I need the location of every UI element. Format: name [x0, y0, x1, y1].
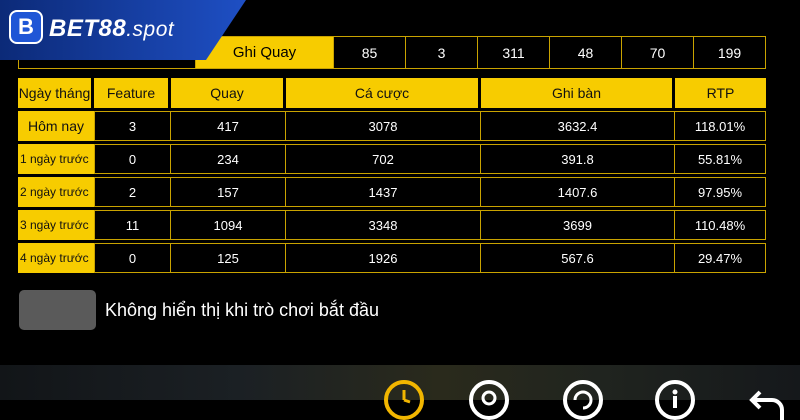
summary-cell: 199	[717, 44, 742, 61]
hide-on-start-label: Không hiển thị khi trò chơi bắt đầu	[105, 299, 379, 320]
cell-feature: 0	[94, 243, 171, 273]
cell-rtp: 118.01%	[675, 111, 766, 141]
logo-text: BET88.spot	[49, 15, 174, 43]
cell-quay: 234	[171, 144, 286, 174]
back-icon[interactable]	[748, 380, 788, 420]
hide-on-start-option: Không hiển thị khi trò chơi bắt đầu	[19, 290, 379, 330]
cell-date: Hôm nay	[18, 111, 94, 141]
table-row: Hôm nay 3 417 3078 3632.4 118.01%	[18, 111, 766, 141]
cell-rtp: 29.47%	[675, 243, 766, 273]
cell-quay: 417	[171, 111, 286, 141]
cell-ca-cuoc: 3348	[286, 210, 481, 240]
hide-on-start-toggle[interactable]	[19, 290, 96, 330]
table-header-row: Ngày tháng Feature Quay Cá cược Ghi bàn …	[18, 78, 766, 108]
header-quay: Quay	[171, 78, 286, 108]
header-ca-cuoc: Cá cược	[286, 78, 481, 108]
logo-badge-icon: B	[9, 10, 43, 44]
cell-ca-cuoc: 702	[286, 144, 481, 174]
cell-ca-cuoc: 1437	[286, 177, 481, 207]
cell-rtp: 55.81%	[675, 144, 766, 174]
summary-cell: 311	[478, 37, 550, 68]
history-icon[interactable]	[384, 380, 424, 420]
cell-quay: 125	[171, 243, 286, 273]
cell-quay: 157	[171, 177, 286, 207]
cell-feature: 11	[94, 210, 171, 240]
cell-date: 4 ngày trước	[18, 243, 94, 273]
cell-rtp: 97.95%	[675, 177, 766, 207]
stats-table: Ngày tháng Feature Quay Cá cược Ghi bàn …	[18, 75, 766, 276]
table-row: 3 ngày trước 11 1094 3348 3699 110.48%	[18, 210, 766, 240]
bottom-toolbar	[0, 365, 800, 420]
cell-rtp: 110.48%	[675, 210, 766, 240]
brand-logo: B BET88.spot	[0, 0, 246, 60]
settings-icon[interactable]	[469, 380, 509, 420]
summary-cell: 85	[334, 37, 406, 68]
header-date: Ngày tháng	[18, 78, 94, 108]
cell-feature: 3	[94, 111, 171, 141]
table-row: 1 ngày trước 0 234 702 391.8 55.81%	[18, 144, 766, 174]
cell-date: 3 ngày trước	[18, 210, 94, 240]
cell-ca-cuoc: 3078	[286, 111, 481, 141]
cell-ghi-ban: 3632.4	[481, 111, 675, 141]
cell-ghi-ban: 567.6	[481, 243, 675, 273]
cell-feature: 0	[94, 144, 171, 174]
table-row: 4 ngày trước 0 125 1926 567.6 29.47%	[18, 243, 766, 273]
logo-suffix: .spot	[126, 18, 175, 41]
header-feature: Feature	[94, 78, 171, 108]
summary-cell: 70	[622, 37, 694, 68]
cell-ca-cuoc: 1926	[286, 243, 481, 273]
summary-cell: 48	[550, 37, 622, 68]
cell-date: 2 ngày trước	[18, 177, 94, 207]
cell-quay: 1094	[171, 210, 286, 240]
cell-ghi-ban: 1407.6	[481, 177, 675, 207]
table-row: 2 ngày trước 2 157 1437 1407.6 97.95%	[18, 177, 766, 207]
cell-ghi-ban: 3699	[481, 210, 675, 240]
cell-ghi-ban: 391.8	[481, 144, 675, 174]
info-icon[interactable]	[655, 380, 695, 420]
summary-cell: 3	[406, 37, 478, 68]
logo-name: BET88	[49, 15, 127, 42]
cell-date: 1 ngày trước	[18, 144, 94, 174]
header-ghi-ban: Ghi bàn	[481, 78, 675, 108]
cell-feature: 2	[94, 177, 171, 207]
replay-icon[interactable]	[563, 380, 603, 420]
header-rtp: RTP	[675, 78, 766, 108]
